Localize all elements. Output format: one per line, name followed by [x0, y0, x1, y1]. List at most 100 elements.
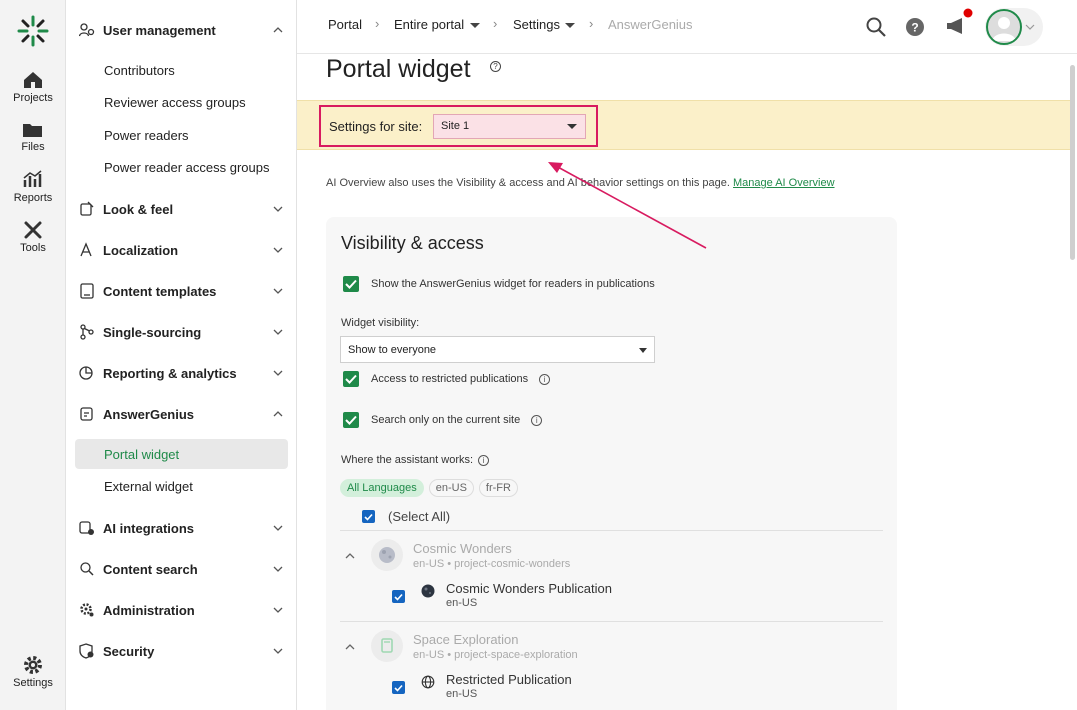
- book-icon: [381, 638, 393, 653]
- folder-icon: [23, 124, 42, 137]
- tools-icon: [24, 221, 42, 239]
- ai-plug-icon: [79, 520, 95, 536]
- reports-icon: [23, 170, 42, 187]
- publication-checkbox[interactable]: [392, 590, 405, 603]
- search-icon[interactable]: [865, 16, 887, 38]
- menu-section-security[interactable]: Security: [67, 639, 297, 663]
- menu-item-contributors[interactable]: Contributors: [75, 55, 288, 85]
- breadcrumb-separator-icon: ›: [493, 16, 498, 31]
- menu-section-answergenius[interactable]: AnswerGenius: [67, 402, 297, 426]
- menu-section-reporting-analytics[interactable]: Reporting & analytics: [67, 361, 297, 385]
- template-icon: [79, 283, 95, 299]
- menu-section-ai-integrations[interactable]: AI integrations: [67, 516, 297, 540]
- publication-row[interactable]: Restricted Publication en-US: [392, 672, 872, 708]
- rail-reports[interactable]: Reports: [0, 170, 66, 204]
- app-logo-icon[interactable]: [16, 14, 50, 48]
- ai-overview-info-text: AI Overview also uses the Visibility & a…: [326, 177, 734, 189]
- breadcrumb-entire-portal[interactable]: Entire portal: [394, 17, 482, 32]
- menu-section-label: AI integrations: [103, 520, 195, 536]
- info-icon[interactable]: i: [539, 373, 551, 385]
- breadcrumb-portal[interactable]: Portal: [328, 17, 362, 32]
- chevron-up-icon[interactable]: [344, 551, 356, 561]
- menu-section-label: User management: [103, 22, 216, 38]
- rail-tools[interactable]: Tools: [0, 220, 66, 254]
- current-site-checkbox[interactable]: [343, 412, 359, 428]
- menu-section-localization[interactable]: Localization: [67, 238, 297, 262]
- chevron-down-icon: [1025, 24, 1035, 30]
- language-chips: All Languages en-US fr-FR: [340, 479, 523, 497]
- publication-checkbox[interactable]: [392, 681, 405, 694]
- select-all-row[interactable]: (Select All): [362, 509, 450, 524]
- breadcrumb-entire-portal-label: Entire portal: [394, 17, 465, 32]
- manage-ai-overview-link[interactable]: Manage AI Overview: [733, 177, 835, 189]
- settings-for-site-label: Settings for site:: [329, 119, 423, 134]
- menu-item-portal-widget[interactable]: Portal widget: [75, 439, 288, 469]
- menu-section-content-search[interactable]: Content search: [67, 557, 297, 581]
- menu-section-user-management[interactable]: User management: [67, 18, 297, 42]
- chevron-up-icon[interactable]: [344, 642, 356, 652]
- menu-section-single-sourcing[interactable]: Single-sourcing: [67, 320, 297, 344]
- menu-item-power-readers[interactable]: Power readers: [75, 120, 288, 150]
- menu-section-label: Security: [103, 643, 155, 659]
- project-group: Cosmic Wonders en-US • project-cosmic-wo…: [340, 539, 883, 629]
- menu-section-label: AnswerGenius: [103, 406, 195, 422]
- caret-down-icon: [564, 22, 575, 28]
- show-widget-checkbox[interactable]: [343, 276, 359, 292]
- caret-down-icon: [639, 348, 647, 353]
- chip-en-us[interactable]: en-US: [428, 479, 474, 497]
- scrollbar[interactable]: [1070, 65, 1075, 260]
- breadcrumb-settings-label: Settings: [513, 17, 560, 32]
- info-icon[interactable]: i: [531, 414, 543, 426]
- help-circle-icon[interactable]: ?: [490, 61, 501, 72]
- chevron-up-icon: [273, 27, 283, 33]
- publication-row[interactable]: Cosmic Wonders Publication en-US: [392, 581, 872, 617]
- breadcrumb-answergenius: AnswerGenius: [608, 17, 693, 32]
- chip-fr-fr[interactable]: fr-FR: [478, 479, 518, 497]
- menu-section-content-templates[interactable]: Content templates: [67, 279, 297, 303]
- chevron-down-icon: [273, 566, 283, 572]
- breadcrumb-settings[interactable]: Settings: [513, 17, 577, 32]
- check-icon: [394, 684, 403, 692]
- robot-icon: [79, 406, 95, 422]
- check-icon: [345, 279, 357, 289]
- chevron-down-icon: [273, 370, 283, 376]
- user-icon: [992, 17, 1016, 41]
- restricted-publications-checkbox[interactable]: [343, 371, 359, 387]
- project-meta: en-US • project-space-exploration: [413, 649, 578, 661]
- main-content: Portal widget ? Settings for site: Site …: [297, 55, 1077, 710]
- check-icon: [345, 415, 357, 425]
- translate-icon: [79, 242, 95, 258]
- info-icon[interactable]: i: [478, 454, 490, 466]
- restricted-publications-row[interactable]: Access to restricted publications i: [343, 371, 551, 387]
- rail-files[interactable]: Files: [0, 121, 66, 153]
- chip-all-languages[interactable]: All Languages: [340, 479, 424, 497]
- project-name: Cosmic Wonders: [413, 541, 512, 556]
- current-site-row[interactable]: Search only on the current site i: [343, 412, 543, 428]
- user-avatar-button[interactable]: [985, 8, 1043, 46]
- rail-settings[interactable]: Settings: [0, 655, 66, 689]
- chevron-down-icon: [273, 288, 283, 294]
- rail-files-label: Files: [21, 141, 45, 153]
- menu-section-look-and-feel[interactable]: Look & feel: [67, 197, 297, 221]
- menu-section-label: Single-sourcing: [103, 324, 202, 340]
- menu-section-label: Look & feel: [103, 201, 174, 217]
- rail-projects[interactable]: Projects: [0, 70, 66, 104]
- menu-item-external-widget[interactable]: External widget: [75, 471, 288, 501]
- help-icon[interactable]: ?: [905, 17, 925, 37]
- menu-section-label: Reporting & analytics: [103, 365, 237, 381]
- chevron-up-icon: [273, 411, 283, 417]
- site-selector-highlight: Settings for site: Site 1: [319, 105, 598, 147]
- divider: [340, 530, 883, 531]
- chevron-down-icon: [273, 329, 283, 335]
- rail-tools-label: Tools: [20, 242, 46, 254]
- widget-visibility-select[interactable]: Show to everyone: [340, 336, 655, 363]
- visibility-access-card: Visibility & access Show the AnswerGeniu…: [326, 217, 897, 710]
- site-select[interactable]: Site 1: [433, 114, 586, 139]
- show-widget-row[interactable]: Show the AnswerGenius widget for readers…: [343, 276, 655, 292]
- menu-section-administration[interactable]: Administration: [67, 598, 297, 622]
- select-all-checkbox[interactable]: [362, 510, 375, 523]
- menu-item-reviewer-access-groups[interactable]: Reviewer access groups: [75, 87, 288, 117]
- announcement-icon[interactable]: [943, 8, 973, 38]
- menu-item-power-reader-access-groups[interactable]: Power reader access groups: [75, 152, 288, 182]
- users-icon: [79, 22, 95, 38]
